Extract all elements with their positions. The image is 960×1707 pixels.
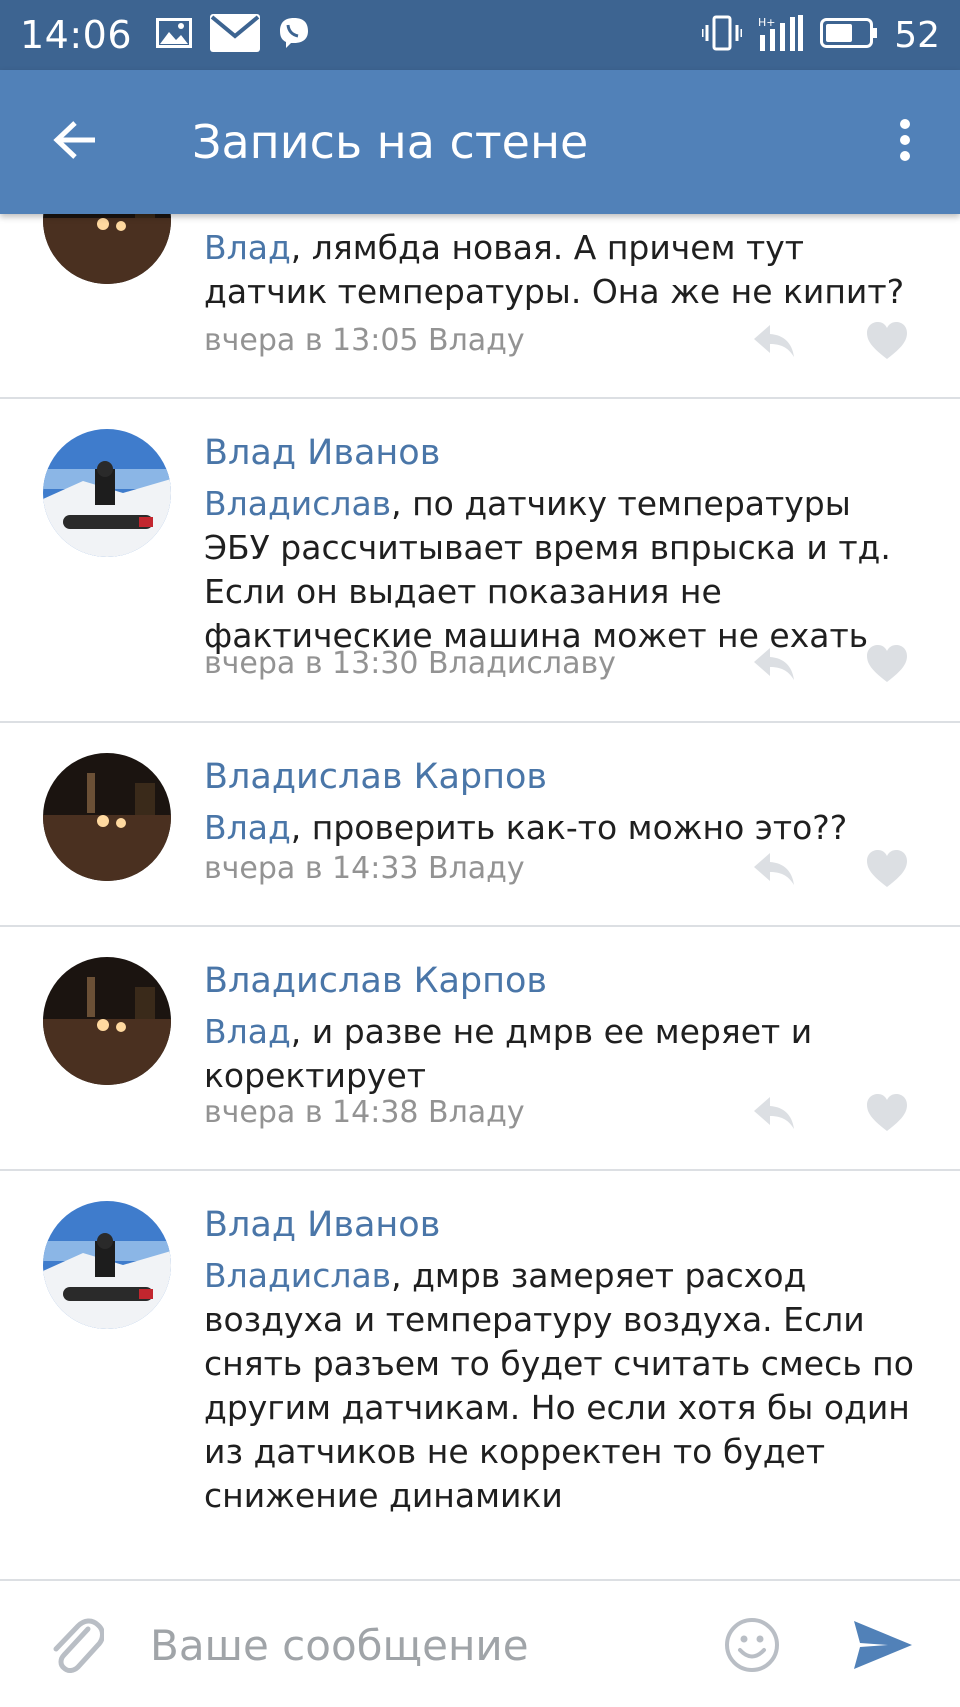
reply-button[interactable] (752, 644, 796, 684)
send-icon[interactable] (852, 1619, 914, 1671)
mail-icon (210, 14, 261, 56)
comment-meta: вчера в 14:38 Владу (204, 1095, 525, 1130)
heart-icon[interactable] (866, 1093, 908, 1133)
message-input[interactable] (150, 1605, 710, 1685)
comments-list[interactable]: Влад, лямбда новая. А причем тут датчик … (0, 214, 960, 1579)
comment-author[interactable]: Влад Иванов (204, 431, 920, 475)
reply-button[interactable] (752, 849, 796, 889)
mention-link[interactable]: Владислав (204, 1256, 391, 1295)
status-bar: 14:06 H+ 52 (0, 0, 960, 70)
avatar[interactable] (43, 957, 171, 1085)
comment-meta: вчера в 13:05 Владу (204, 323, 525, 358)
avatar[interactable] (43, 753, 171, 881)
status-time: 14:06 (20, 13, 133, 57)
paperclip-icon[interactable] (48, 1615, 105, 1675)
comment-text: Влад, проверить как-то можно это?? (204, 808, 848, 847)
battery-level: 52 (894, 14, 940, 56)
comment-text: Влад, лямбда новая. А причем тут датчик … (204, 228, 905, 311)
more-options-button[interactable] (850, 70, 960, 214)
avatar[interactable] (43, 214, 171, 284)
avatar[interactable] (43, 1201, 171, 1329)
comment-text: Владислав, по датчику температуры ЭБУ ра… (204, 484, 891, 655)
message-composer (0, 1579, 960, 1707)
comment-author[interactable]: Владислав Карпов (204, 755, 920, 799)
comment-item: Влад Иванов Владислав, по датчику темпер… (0, 399, 960, 723)
comment-author[interactable]: Владислав Карпов (204, 959, 920, 1003)
app-bar: Запись на стене (0, 70, 960, 214)
reply-button[interactable] (752, 1093, 796, 1133)
comment-meta: вчера в 14:33 Владу (204, 851, 525, 886)
more-vertical-icon (899, 118, 911, 166)
comment-item: Влад Иванов Владислав, дмрв замеряет рас… (0, 1171, 960, 1571)
mention-link[interactable]: Влад (204, 228, 291, 267)
gallery-icon (156, 18, 193, 52)
comment-meta: вчера в 13:30 Владиславу (204, 646, 616, 681)
page-title: Запись на стене (192, 115, 589, 169)
avatar[interactable] (43, 429, 171, 557)
comment-item: Владислав Карпов Влад, и разве не дмрв е… (0, 927, 960, 1171)
comment-author[interactable]: Влад Иванов (204, 1203, 920, 1247)
comment-text: Владислав, дмрв замеряет расход воздуха … (204, 1256, 914, 1515)
battery-icon (820, 18, 878, 52)
smiley-icon[interactable] (724, 1617, 780, 1673)
comment-text: Влад, и разве не дмрв ее меряет и корект… (204, 1012, 813, 1095)
mention-link[interactable]: Влад (204, 1012, 291, 1051)
back-button[interactable] (0, 70, 150, 214)
signal-icon: H+ (758, 15, 804, 55)
svg-text:H+: H+ (758, 16, 776, 29)
arrow-left-icon (53, 120, 97, 164)
heart-icon[interactable] (866, 321, 908, 361)
comment-item: Владислав Карпов Влад, проверить как-то … (0, 723, 960, 927)
comment-item: Влад, лямбда новая. А причем тут датчик … (0, 214, 960, 399)
reply-button[interactable] (752, 321, 796, 361)
heart-icon[interactable] (866, 644, 908, 684)
viber-icon (278, 16, 310, 54)
heart-icon[interactable] (866, 849, 908, 889)
mention-link[interactable]: Владислав (204, 484, 391, 523)
vibrate-icon (701, 15, 743, 55)
mention-link[interactable]: Влад (204, 808, 291, 847)
